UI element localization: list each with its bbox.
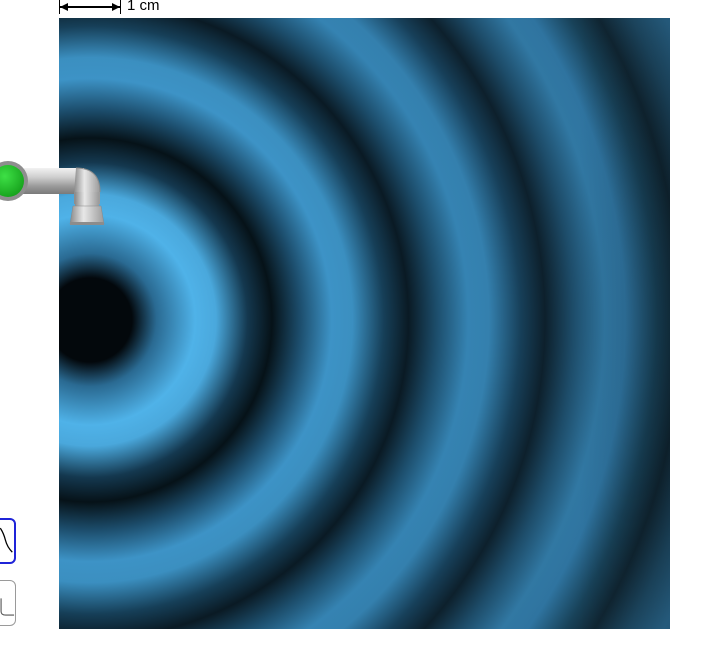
scale-arrow-left-icon — [60, 3, 68, 11]
continuous-wave-toggle[interactable] — [0, 518, 16, 564]
wave-interference-screen: 1 cm — [0, 0, 713, 655]
faucet-drawing — [0, 161, 105, 225]
wave-pattern — [59, 18, 670, 629]
pulse-icon — [0, 598, 15, 616]
wave-area[interactable] — [59, 18, 670, 629]
scale-tick-right — [120, 0, 121, 14]
scale-arrow-right-icon — [112, 3, 120, 11]
pulse-toggle[interactable] — [0, 580, 16, 626]
faucet-icon[interactable] — [0, 156, 110, 228]
scale-label: 1 cm — [127, 0, 160, 14]
sine-wave-icon — [0, 527, 13, 553]
scale-bar: 1 cm — [59, 0, 169, 14]
